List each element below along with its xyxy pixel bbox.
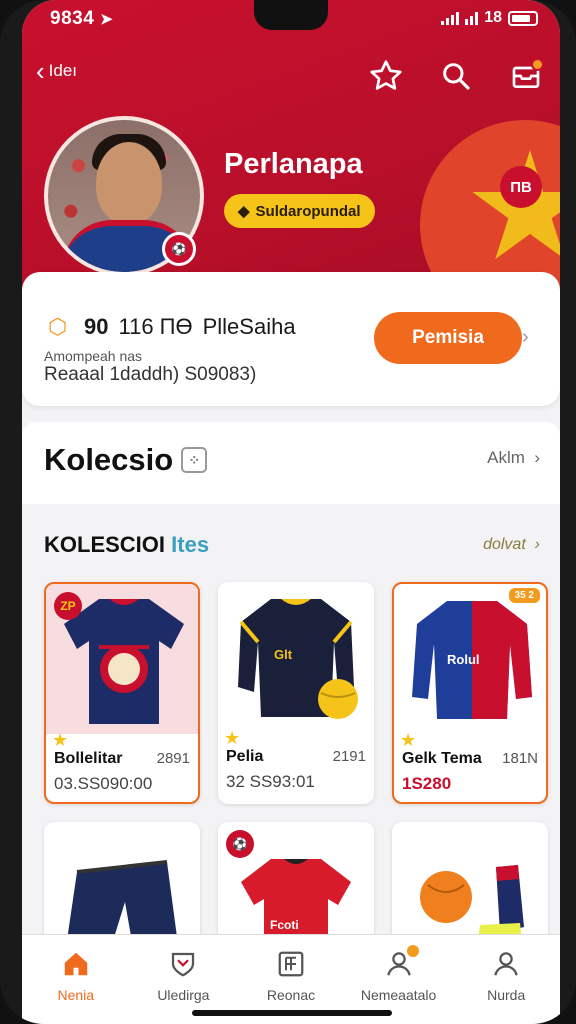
collection-title: Kolecsio — [44, 442, 174, 477]
club-badge-icon: ⚽ — [162, 232, 196, 266]
product-image — [44, 822, 200, 952]
profile-icon — [494, 952, 518, 976]
notification-dot — [531, 58, 544, 71]
camera-notch — [254, 0, 328, 30]
product-meta: 2191 — [332, 748, 366, 765]
svg-text:Fcoti: Fcoti — [270, 918, 299, 932]
product-name: Pelia — [226, 748, 264, 765]
home-indicator — [192, 1010, 392, 1016]
battery-icon — [508, 10, 538, 26]
product-meta: 2891 — [156, 750, 190, 767]
bottom-nav-home[interactable]: Nenia — [22, 935, 130, 1024]
premium-button[interactable]: Pemisia — [374, 312, 522, 364]
star-icon — [370, 60, 402, 90]
profile-name: Perlanapa — [224, 148, 363, 180]
search-button[interactable] — [436, 56, 476, 96]
product-price: 32 SS93:01 — [226, 772, 315, 791]
product-image: Glt — [218, 582, 374, 732]
back-label: Ideı — [48, 61, 78, 80]
svg-text:Rolul: Rolul — [447, 652, 480, 667]
bottom-nav-label: Uledirga — [157, 987, 210, 1003]
bottom-nav-label: Nurda — [487, 987, 526, 1003]
app-screen: ПВ 9834 ➤ 18 ‹ Ideı ⚽ Perlanapa ◆ Suldar… — [22, 0, 560, 1024]
product-image — [392, 822, 548, 952]
plan-label: PlleSaiha — [202, 314, 296, 339]
product-card[interactable] — [44, 822, 200, 952]
favorite-button[interactable] — [366, 56, 406, 96]
product-card[interactable]: ZP ★ Bollelitar 2891 03.SS090:00 — [44, 582, 200, 804]
club-badge: ⚽ — [226, 830, 254, 858]
points-suffix: 116 ПӨ — [118, 314, 193, 339]
items-see-all-link[interactable]: dolvat › — [483, 536, 540, 554]
points-detail: Reaaal 1daddh) S09083) — [44, 364, 257, 385]
collection-section-header: Kolecsio ⁘ Aklm › — [22, 422, 560, 504]
deco-badge: ПВ — [500, 166, 542, 208]
profile-header: ПВ 9834 ➤ 18 ‹ Ideı ⚽ Perlanapa ◆ Suldar… — [22, 0, 560, 300]
signal-icon-2 — [465, 11, 479, 25]
back-button[interactable]: ‹ Ideı — [36, 56, 78, 86]
tag-icon: ◆ — [238, 203, 250, 220]
star-icon: ★ — [52, 730, 69, 750]
product-card[interactable] — [392, 822, 548, 952]
status-time: 9834 ➤ — [50, 8, 114, 29]
bottom-nav-label: Reonac — [266, 987, 316, 1003]
star-icon: ★ — [400, 730, 417, 750]
items-title-accent: Ites — [171, 532, 210, 557]
chevron-left-icon: ‹ — [36, 56, 45, 86]
inbox-button[interactable] — [506, 56, 546, 96]
star-icon: ★ — [224, 728, 241, 748]
home-icon — [64, 952, 88, 976]
points-subtitle: Amompeah nas — [44, 348, 143, 364]
grid-icon: ⁘ — [181, 447, 208, 473]
product-tag: 35 2 — [508, 588, 540, 603]
search-icon — [443, 63, 470, 90]
coin-icon: ⬡ — [48, 314, 68, 339]
product-price: 03.SS090:00 — [54, 774, 153, 793]
grid-icon — [278, 951, 304, 977]
product-meta: 181N — [502, 750, 538, 767]
items-title: KOLESCIOI Ites — [44, 532, 209, 558]
product-price: 1S280 — [402, 774, 452, 793]
phone-frame: ПВ 9834 ➤ 18 ‹ Ideı ⚽ Perlanapa ◆ Suldar… — [0, 0, 576, 1024]
collection-title-row: Kolecsio ⁘ — [44, 442, 208, 478]
product-card[interactable]: Glt ★ Pelia 2191 32 SS93:01 — [218, 582, 374, 804]
status-bar: 9834 ➤ 18 — [22, 0, 560, 38]
notification-dot — [406, 945, 419, 957]
membership-pill[interactable]: ◆ Suldaropundal — [224, 194, 375, 228]
membership-label: Suldaropundal — [255, 202, 361, 220]
top-nav: ‹ Ideı — [22, 52, 560, 100]
bottom-nav-label: Nenia — [57, 987, 95, 1003]
status-indicators: 18 — [441, 9, 538, 27]
points-row: ⬡ 90 116 ПӨ PlleSaiha — [48, 314, 296, 340]
shield-icon — [172, 952, 195, 977]
svg-text:Glt: Glt — [274, 647, 293, 662]
product-image: Rolul — [394, 584, 546, 734]
points-value: 90 — [84, 314, 109, 339]
club-badge: ZP — [54, 592, 82, 620]
chevron-right-icon[interactable]: › — [522, 326, 529, 349]
bottom-nav-label: Nemeaatalo — [360, 987, 437, 1003]
signal-icon — [441, 11, 460, 25]
collection-see-all-link[interactable]: Aklm › — [487, 448, 540, 468]
product-card[interactable]: Rolul 35 2 ★ Gelk Tema 181N 1S280 — [392, 582, 548, 804]
signal-text: 18 — [484, 9, 502, 26]
nav-actions — [366, 56, 546, 96]
product-name: Gelk Tema — [402, 750, 482, 767]
points-card: ⬡ 90 116 ПӨ PlleSaiha Amompeah nas Reaaa… — [22, 272, 560, 406]
product-name: Bollelitar — [54, 750, 123, 767]
items-title-main: KOLESCIOI — [44, 532, 166, 557]
avatar-face — [96, 142, 162, 224]
bottom-nav-profile[interactable]: Nurda — [452, 935, 560, 1024]
product-card[interactable]: Fcoti ⚽ — [218, 822, 374, 952]
